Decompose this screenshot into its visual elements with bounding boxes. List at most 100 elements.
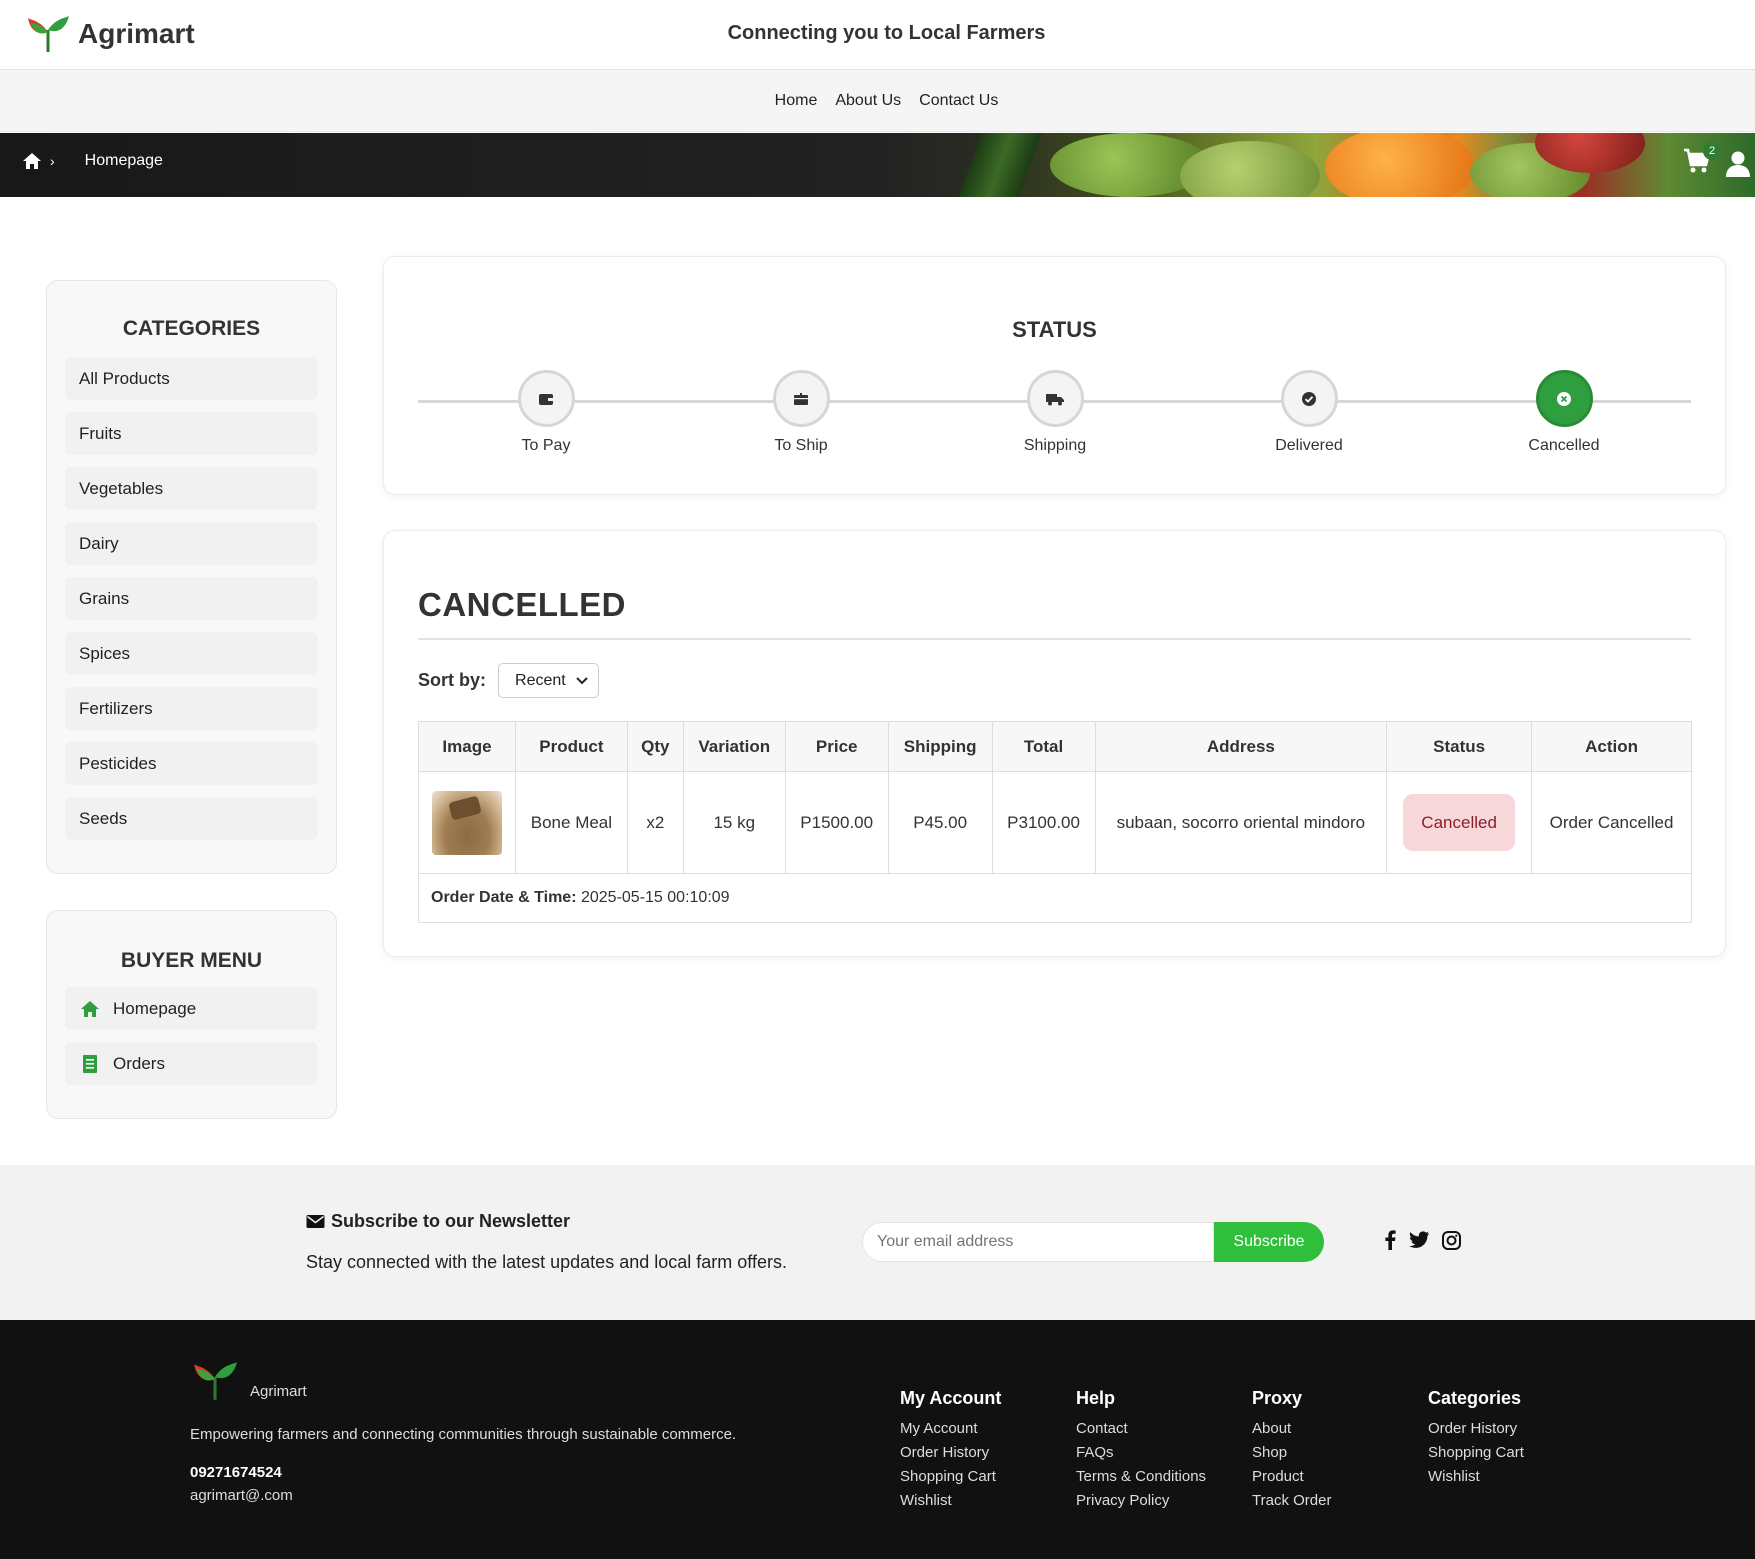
- column-header: Action: [1531, 721, 1692, 772]
- footer-link[interactable]: Shopping Cart: [900, 1465, 1001, 1489]
- order-date-label: Order Date & Time:: [431, 889, 577, 906]
- footer-link[interactable]: Product: [1252, 1465, 1331, 1489]
- status-step-label: Shipping: [1023, 437, 1087, 454]
- facebook-icon[interactable]: [1384, 1230, 1396, 1250]
- sort-label: Sort by:: [418, 670, 487, 690]
- orders-table: Image Product Qty Variation Price Shippi…: [418, 721, 1692, 923]
- status-step-to-pay[interactable]: To Pay: [466, 370, 626, 455]
- home-icon[interactable]: [22, 152, 42, 170]
- footer-link[interactable]: Contact: [1076, 1417, 1206, 1441]
- cart-button[interactable]: 2: [1683, 142, 1721, 179]
- category-item-spices[interactable]: Spices: [65, 632, 318, 675]
- column-header: Shipping: [887, 721, 993, 772]
- buyer-menu-orders[interactable]: Orders: [65, 1042, 318, 1085]
- buyer-menu-homepage[interactable]: Homepage: [65, 987, 318, 1030]
- orders-section-title: CANCELLED: [418, 586, 626, 623]
- footer-link[interactable]: About: [1252, 1417, 1331, 1441]
- footer-link[interactable]: Order History: [900, 1441, 1001, 1465]
- footer-column-title: Proxy: [1252, 1388, 1303, 1408]
- category-item-fertilizers[interactable]: Fertilizers: [65, 687, 318, 730]
- table-header-row: Image Product Qty Variation Price Shippi…: [418, 721, 1692, 772]
- home-icon: [79, 1000, 101, 1018]
- sort-control: Sort by: Recent: [418, 663, 599, 698]
- sort-select[interactable]: Recent: [498, 663, 599, 698]
- column-header: Variation: [682, 721, 786, 772]
- newsletter-subtitle: Stay connected with the latest updates a…: [306, 1252, 787, 1272]
- tagline: Connecting you to Local Farmers: [727, 22, 1046, 44]
- category-item-grains[interactable]: Grains: [65, 577, 318, 620]
- status-step-cancelled[interactable]: Cancelled: [1484, 370, 1644, 455]
- nav-home-link[interactable]: Home: [775, 92, 818, 110]
- footer-column-my-account: My Account My Account Order History Shop…: [900, 1388, 1001, 1513]
- categories-title: CATEGORIES: [122, 317, 261, 340]
- footer-link[interactable]: Wishlist: [900, 1489, 1001, 1513]
- product-thumbnail[interactable]: [431, 790, 502, 855]
- category-item-fruits[interactable]: Fruits: [65, 412, 318, 455]
- column-header: Qty: [626, 721, 684, 772]
- truck-icon: [1046, 393, 1064, 405]
- category-item-pesticides[interactable]: Pesticides: [65, 742, 318, 785]
- status-step-shipping[interactable]: Shipping: [975, 370, 1135, 455]
- footer-link[interactable]: Terms & Conditions: [1076, 1465, 1206, 1489]
- column-header: Price: [784, 721, 889, 772]
- orders-card: CANCELLED Sort by: Recent Image Product …: [383, 530, 1726, 957]
- footer-email[interactable]: agrimart@.com: [190, 1487, 293, 1504]
- newsletter-section: Subscribe to our Newsletter Stay connect…: [0, 1165, 1755, 1320]
- footer-link[interactable]: Order History: [1428, 1417, 1524, 1441]
- status-step-circle: [1026, 370, 1084, 427]
- status-step-to-ship[interactable]: To Ship: [721, 370, 881, 455]
- breadcrumb-current[interactable]: Homepage: [85, 152, 163, 170]
- divider: [418, 638, 1691, 640]
- nav-contact-link[interactable]: Contact Us: [919, 92, 998, 110]
- main-nav: Home About Us Contact Us: [0, 70, 1755, 132]
- address-cell: subaan, socorro oriental mindoro: [1094, 771, 1388, 874]
- category-item-all-products[interactable]: All Products: [65, 357, 318, 400]
- status-step-delivered[interactable]: Delivered: [1229, 370, 1389, 455]
- categories-panel: CATEGORIES All Products Fruits Vegetable…: [46, 280, 337, 874]
- category-item-seeds[interactable]: Seeds: [65, 797, 318, 840]
- sprout-logo-icon: [194, 1362, 237, 1400]
- x-circle-icon: [1557, 391, 1571, 406]
- footer-link[interactable]: Shopping Cart: [1428, 1441, 1524, 1465]
- box-icon: [794, 392, 808, 405]
- price-cell: P1500.00: [784, 771, 889, 874]
- twitter-icon[interactable]: [1408, 1231, 1430, 1249]
- cart-count-badge: 2: [1703, 142, 1721, 160]
- column-header: Product: [514, 721, 628, 772]
- buyer-menu-orders-label: Orders: [113, 1053, 165, 1073]
- footer-link[interactable]: Wishlist: [1428, 1465, 1524, 1489]
- category-item-vegetables[interactable]: Vegetables: [65, 467, 318, 510]
- footer-column-title: Help: [1076, 1388, 1116, 1408]
- site-footer: Agrimart Empowering farmers and connecti…: [0, 1320, 1755, 1559]
- wallet-icon: [539, 393, 553, 405]
- status-step-label: Cancelled: [1528, 437, 1600, 454]
- product-image-cell: [418, 771, 516, 874]
- category-item-dairy[interactable]: Dairy: [65, 522, 318, 565]
- footer-link[interactable]: Privacy Policy: [1076, 1489, 1206, 1513]
- nav-about-link[interactable]: About Us: [835, 92, 901, 110]
- footer-link[interactable]: FAQs: [1076, 1441, 1206, 1465]
- footer-phone: 09271674524: [190, 1464, 282, 1481]
- newsletter-email-input[interactable]: [862, 1222, 1214, 1262]
- newsletter-title-text: Subscribe to our Newsletter: [331, 1211, 571, 1231]
- status-step-circle: [517, 370, 575, 427]
- user-icon[interactable]: [1725, 150, 1751, 178]
- sort-selected-value: Recent: [515, 671, 566, 689]
- footer-link[interactable]: Track Order: [1252, 1489, 1331, 1513]
- footer-logo[interactable]: Agrimart: [192, 1360, 307, 1402]
- buyer-menu-homepage-label: Homepage: [113, 998, 197, 1018]
- instagram-icon[interactable]: [1442, 1230, 1461, 1250]
- breadcrumb: › Homepage: [22, 152, 163, 170]
- newsletter-title: Subscribe to our Newsletter: [306, 1211, 570, 1232]
- qty-cell: x2: [626, 771, 684, 874]
- buyer-menu-panel: BUYER MENU Homepage Orders: [46, 910, 337, 1119]
- status-step-label: To Ship: [774, 437, 828, 454]
- envelope-icon: [306, 1215, 325, 1228]
- action-cell: Order Cancelled: [1531, 771, 1692, 874]
- footer-link[interactable]: Shop: [1252, 1441, 1331, 1465]
- footer-link[interactable]: My Account: [900, 1417, 1001, 1441]
- subscribe-button[interactable]: Subscribe: [1214, 1222, 1324, 1262]
- status-step-label: Delivered: [1275, 437, 1343, 454]
- hero-actions: 2: [1683, 142, 1751, 179]
- status-step-circle: [1280, 370, 1338, 427]
